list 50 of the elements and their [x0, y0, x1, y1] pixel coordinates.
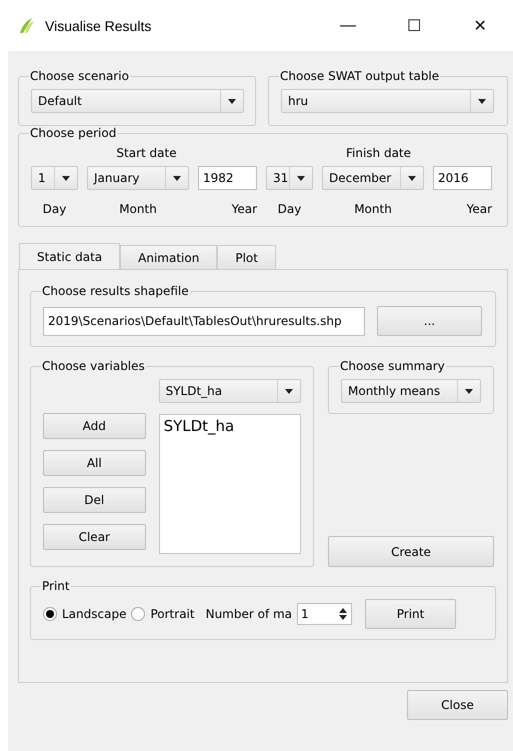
tab[interactable]: Static data — [19, 243, 120, 269]
radio-label[interactable]: Landscape — [62, 607, 126, 621]
group-title: Choose variables — [41, 359, 146, 373]
field-caption: Day — [42, 202, 68, 216]
year-field[interactable]: 2016 — [433, 166, 492, 190]
create-button[interactable]: Create — [328, 536, 494, 567]
group-title: Print — [41, 579, 71, 593]
group-title: Choose summary — [339, 359, 446, 373]
list-action-button[interactable]: Clear — [43, 524, 146, 550]
browse-button[interactable]: ... — [377, 306, 482, 336]
minimize-button[interactable]: — — [315, 6, 381, 46]
table-dropdown[interactable]: hru — [281, 89, 494, 113]
close-button[interactable]: ✕ — [447, 6, 513, 46]
start-date-label: Start date — [115, 146, 178, 162]
window-title: Visualise Results — [45, 18, 152, 34]
tab[interactable]: Plot — [217, 245, 276, 269]
group-title: Choose period — [29, 126, 118, 140]
year-field[interactable]: 1982 — [198, 166, 257, 190]
date-dropdown[interactable]: January — [87, 166, 189, 190]
field-caption: Day — [276, 202, 302, 216]
radio-label[interactable]: Portrait — [150, 607, 195, 621]
radio-button[interactable] — [43, 607, 57, 621]
date-dropdown[interactable]: 1 — [31, 166, 78, 190]
print-button[interactable]: Print — [365, 599, 456, 629]
date-dropdown[interactable]: 31 — [266, 166, 313, 190]
count-label: Number of ma — [206, 607, 292, 621]
radio-button[interactable] — [131, 607, 146, 621]
spin-arrows-icon[interactable] — [338, 606, 348, 622]
group-title: Choose results shapefile — [41, 284, 190, 298]
list-item[interactable]: SYLDt_ha — [160, 415, 300, 437]
app-logo-icon — [17, 16, 35, 34]
summary-dropdown[interactable]: Monthly means — [341, 379, 481, 403]
variable-dropdown[interactable]: SYLDt_ha — [158, 379, 301, 403]
list-action-button[interactable]: Add — [43, 413, 146, 439]
list-action-button[interactable]: All — [43, 450, 146, 476]
field-caption: Year — [230, 202, 257, 216]
finish-date-label: Finish date — [344, 146, 412, 162]
group-title: Choose SWAT output table — [279, 69, 440, 83]
field-caption: Year — [466, 202, 492, 216]
field-caption: Month — [118, 202, 158, 216]
list-action-button[interactable]: Del — [43, 487, 146, 513]
maximize-button[interactable]: ☐ — [381, 6, 447, 46]
date-dropdown[interactable]: December — [322, 166, 424, 190]
shapefile-path-field[interactable]: 2019\Scenarios\Default\TablesOut\hruresults.shp — [43, 306, 365, 336]
count-spinbox[interactable]: 1 — [297, 603, 352, 625]
scenario-dropdown[interactable]: Default — [31, 89, 244, 113]
field-caption: Month — [353, 202, 393, 216]
close-button[interactable]: Close — [407, 690, 508, 720]
group-title: Choose scenario — [29, 69, 130, 83]
tab[interactable]: Animation — [120, 245, 218, 269]
